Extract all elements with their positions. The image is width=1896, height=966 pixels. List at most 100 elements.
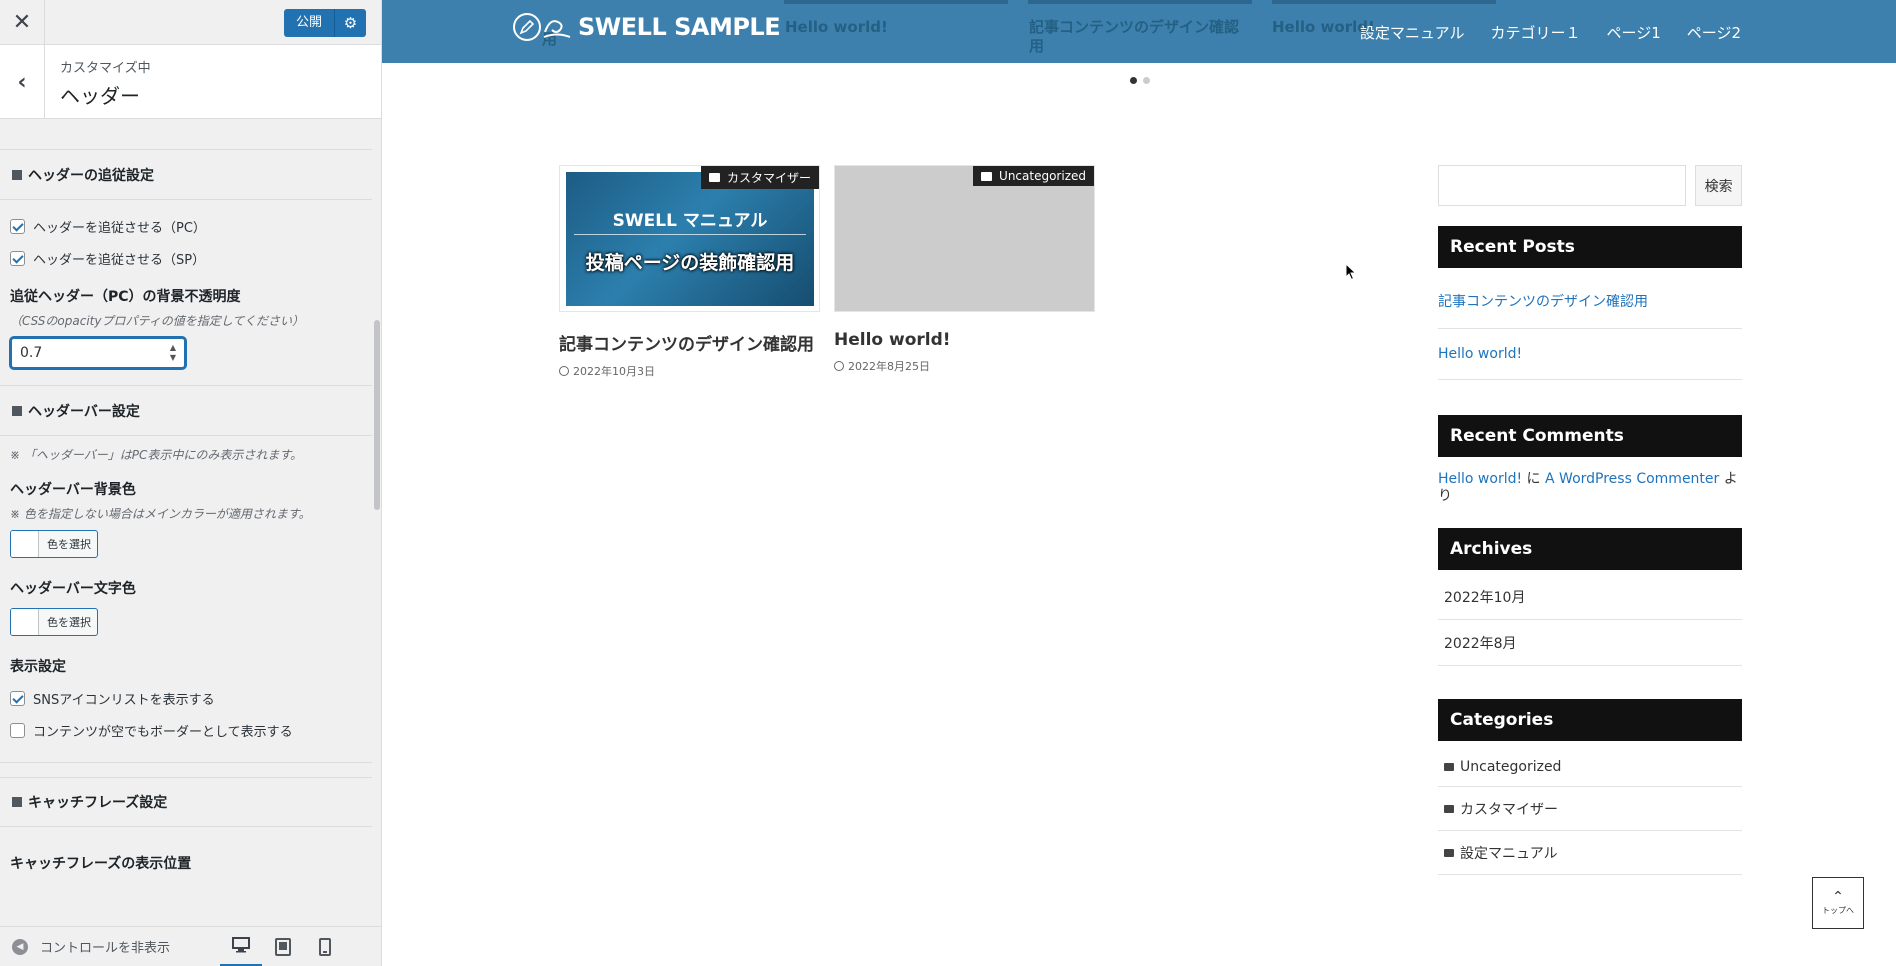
publish-group: 公開 ⚙ [283, 9, 366, 37]
group-heading-catchphrase: キャッチフレーズ設定 [0, 777, 372, 827]
comment-post-link[interactable]: Hello world! [1438, 471, 1522, 487]
section-subtitle: カスタマイズ中 [60, 61, 151, 76]
group-title: ヘッダーバー設定 [28, 403, 140, 420]
post-card[interactable]: SWELL マニュアル 投稿ページの装飾確認用 カスタマイザー 記事コンテンツの… [559, 165, 820, 379]
headerbar-text-label: ヘッダーバー文字色 [10, 581, 136, 597]
wave-logo-icon [543, 20, 571, 38]
site-logo[interactable]: SWELL SAMPLE [512, 12, 781, 42]
nav-item-page1[interactable]: ページ1 [1607, 22, 1661, 43]
color-button-label: 色を選択 [47, 616, 91, 629]
post-thumbnail[interactable]: SWELL マニュアル 投稿ページの装飾確認用 カスタマイザー [559, 165, 820, 312]
hide-controls-label: コントロールを非表示 [40, 941, 171, 956]
checkbox-icon[interactable] [10, 218, 25, 234]
pen-circle-icon [513, 13, 541, 41]
bg-color-picker-button[interactable]: 色を選択 [10, 530, 98, 558]
headerbar-bg-note: ※ 色を指定しない場合はメインカラーが適用されます。 [10, 507, 311, 521]
clock-icon [559, 366, 569, 376]
tablet-preview-button[interactable] [262, 927, 304, 966]
pagination-dot[interactable] [1130, 77, 1137, 84]
nav-item-page2[interactable]: ページ2 [1687, 22, 1741, 43]
thumbnail-line1: SWELL マニュアル [612, 211, 768, 231]
checkbox-follow-pc[interactable]: ヘッダーを追従させる（PC） [10, 210, 362, 242]
headerbar-note-text: 「ヘッダーバー」はPC表示中にのみ表示されます。 [23, 448, 303, 462]
color-swatch [11, 531, 39, 557]
post-date-text: 2022年8月25日 [848, 360, 930, 373]
checkbox-label: コンテンツが空でもボーダーとして表示する [33, 724, 293, 740]
folder-icon [1444, 805, 1454, 813]
back-to-top-button[interactable]: ⌃ トップへ [1812, 877, 1864, 929]
chevron-up-icon: ⌃ [1832, 888, 1844, 905]
back-button[interactable]: ‹ [0, 45, 45, 119]
recent-post-link[interactable]: 記事コンテンツのデザイン確認用 [1438, 274, 1742, 329]
category-item[interactable]: 設定マニュアル [1438, 831, 1742, 875]
opacity-label: 追従ヘッダー（PC）の背景不透明度 [10, 289, 241, 305]
spinner-arrows-icon[interactable]: ▲ ▼ [170, 343, 176, 363]
category-item[interactable]: Uncategorized [1438, 747, 1742, 787]
post-date-text: 2022年10月3日 [573, 365, 655, 378]
slider-pagination [1130, 77, 1150, 84]
square-bullet-icon [12, 405, 22, 416]
chevron-left-icon: ‹ [17, 69, 27, 95]
site-preview[interactable]: 用 Hello world! 記事コンテンツのデザイン確認 用 Hello wo… [382, 0, 1896, 966]
category-badge: カスタマイザー [700, 166, 819, 189]
slider-tab [784, 0, 1008, 4]
mobile-preview-button[interactable] [304, 927, 346, 966]
customizer-header: ✕ 公開 ⚙ [0, 0, 381, 45]
folder-icon [708, 173, 720, 182]
color-swatch [11, 609, 39, 635]
color-button-label: 色を選択 [47, 538, 91, 551]
top-divider [0, 120, 372, 150]
folder-icon [981, 171, 993, 181]
close-customizer-button[interactable]: ✕ [0, 0, 45, 45]
category-item[interactable]: カスタマイザー [1438, 787, 1742, 831]
widget-heading: Archives [1438, 528, 1742, 570]
slider-tab [1028, 0, 1252, 4]
checkbox-icon[interactable] [10, 250, 25, 266]
opacity-value: 0.7 [20, 345, 43, 361]
group-heading-follow: ヘッダーの追従設定 [0, 150, 372, 200]
section-header: ‹ カスタマイズ中 ヘッダー [0, 45, 381, 119]
checkbox-show-border[interactable]: コンテンツが空でもボーダーとして表示する [10, 714, 362, 746]
search-widget: 検索 [1438, 165, 1742, 206]
post-card[interactable]: Uncategorized Hello world! 2022年8月25日 [834, 165, 1095, 374]
checkbox-show-sns[interactable]: SNSアイコンリストを表示する [10, 682, 362, 714]
archive-item[interactable]: 2022年10月 [1438, 574, 1742, 620]
text-color-picker-button[interactable]: 色を選択 [10, 608, 98, 636]
hide-controls-button[interactable]: ◀ コントロールを非表示 [0, 937, 220, 956]
publish-button[interactable]: 公開 [283, 9, 334, 37]
controls-scroll-area[interactable]: ヘッダーの追従設定 ヘッダーを追従させる（PC） ヘッダーを追従させる（SP） … [0, 120, 372, 926]
desktop-preview-button[interactable] [220, 927, 262, 966]
nav-item-manual[interactable]: 設定マニュアル [1360, 22, 1465, 43]
checkbox-icon[interactable] [10, 690, 25, 706]
sidebar-scrollbar[interactable] [374, 320, 380, 510]
group-body-catchphrase: キャッチフレーズの表示位置 [0, 827, 372, 889]
category-badge-label: Uncategorized [999, 169, 1086, 183]
checkbox-label: SNSアイコンリストを表示する [33, 692, 215, 708]
category-label: 設定マニュアル [1460, 846, 1558, 862]
checkbox-icon[interactable] [10, 722, 25, 738]
group-body-headerbar: ※ 「ヘッダーバー」はPC表示中にのみ表示されます。 ヘッダーバー背景色 ※ 色… [0, 436, 372, 763]
publish-settings-button[interactable]: ⚙ [334, 9, 366, 37]
widget-heading: Recent Comments [1438, 415, 1742, 457]
folder-icon [1444, 763, 1454, 771]
comment-author-link[interactable]: A WordPress Commenter [1545, 471, 1719, 487]
pagination-dot[interactable] [1143, 77, 1150, 84]
opacity-number-input[interactable]: 0.7 ▲ ▼ [10, 337, 186, 369]
recent-post-link[interactable]: Hello world! [1438, 329, 1742, 380]
checkbox-follow-sp[interactable]: ヘッダーを追従させる（SP） [10, 242, 362, 274]
group-title: キャッチフレーズ設定 [28, 795, 168, 811]
post-title[interactable]: Hello world! [834, 330, 1095, 350]
archive-item[interactable]: 2022年8月 [1438, 620, 1742, 666]
post-thumbnail[interactable]: Uncategorized [834, 165, 1095, 312]
post-title[interactable]: 記事コンテンツのデザイン確認用 [559, 330, 820, 355]
opacity-description: （CSSのopacityプロパティの値を指定してください） [10, 314, 305, 328]
section-title: ヘッダー [60, 84, 140, 108]
square-bullet-icon [12, 169, 22, 180]
search-input[interactable] [1438, 165, 1687, 206]
mouse-cursor-icon [1345, 263, 1357, 281]
clock-icon [834, 361, 844, 371]
back-to-top-label: トップへ [1822, 905, 1854, 915]
search-button[interactable]: 検索 [1695, 165, 1742, 206]
nav-item-category1[interactable]: カテゴリー１ [1490, 22, 1580, 43]
group-heading-headerbar: ヘッダーバー設定 [0, 386, 372, 436]
